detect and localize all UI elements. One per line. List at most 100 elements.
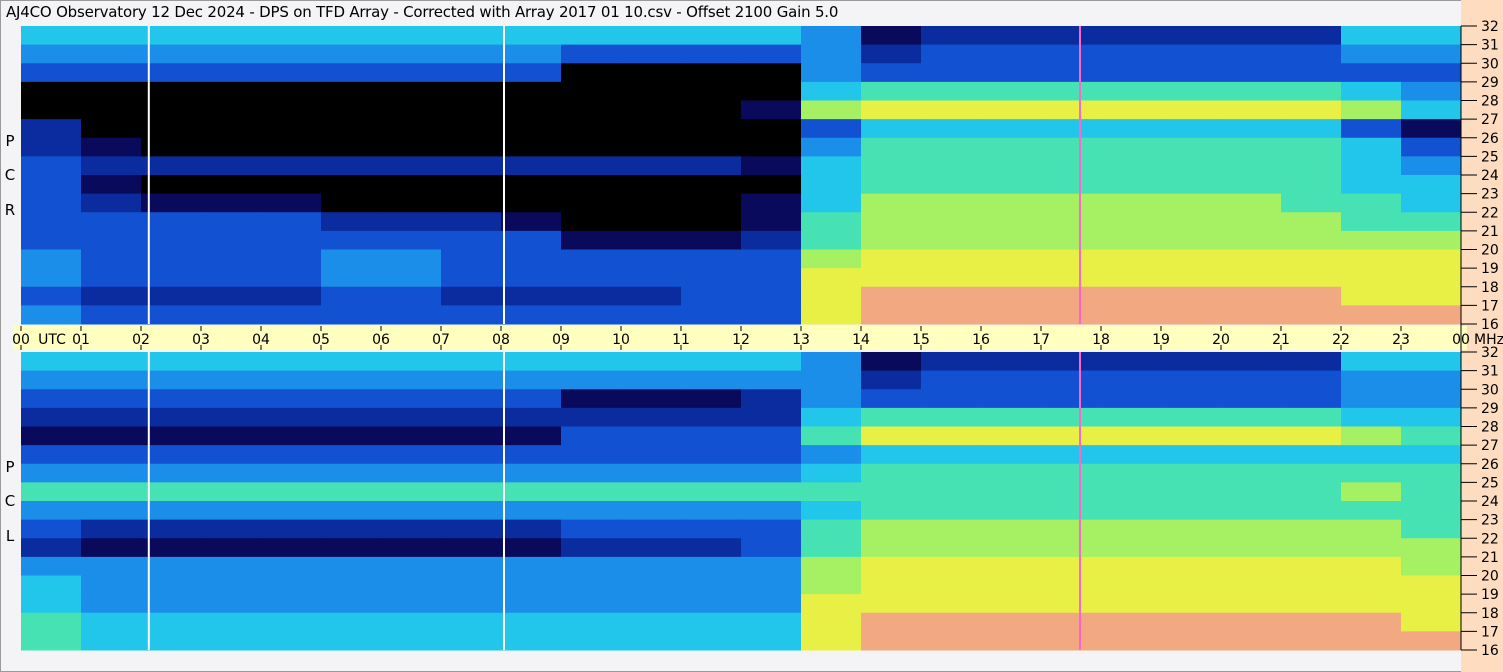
heatmap-cell: [981, 81, 1042, 101]
heatmap-cell: [261, 482, 322, 502]
heatmap-cell: [201, 81, 262, 101]
heatmap-cell: [1281, 156, 1342, 176]
heatmap-cell: [1281, 556, 1342, 576]
heatmap-cell: [561, 631, 622, 651]
heatmap-cell: [381, 81, 442, 101]
heatmap-cell: [1161, 26, 1222, 46]
heatmap-cell: [21, 426, 82, 446]
heatmap-cell: [861, 407, 922, 427]
heatmap-cell: [321, 482, 382, 502]
heatmap-cell: [1101, 538, 1162, 558]
heatmap-cell: [141, 212, 202, 232]
time-tick-label: 21: [1272, 332, 1290, 348]
heatmap-cell: [441, 575, 502, 595]
heatmap-cell: [321, 156, 382, 176]
heatmap-cell: [681, 407, 742, 427]
heatmap-cell: [441, 63, 502, 83]
time-tick-label: 02: [132, 332, 150, 348]
heatmap-cell: [561, 26, 622, 46]
heatmap-cell: [981, 352, 1042, 372]
heatmap-cell: [81, 119, 142, 139]
heatmap-cell: [21, 230, 82, 250]
heatmap-cell: [141, 612, 202, 632]
heatmap-cell: [1101, 230, 1162, 250]
heatmap-cell: [981, 44, 1042, 64]
heatmap-cell: [1161, 305, 1222, 325]
heatmap-cell: [321, 44, 382, 64]
time-tick-label: 00: [12, 332, 30, 348]
heatmap-cell: [1101, 445, 1162, 465]
heatmap-cell: [1041, 175, 1102, 195]
heatmap-cell: [1281, 426, 1342, 446]
heatmap-cell: [861, 389, 922, 409]
heatmap-cell: [681, 119, 742, 139]
heatmap-cell: [81, 100, 142, 120]
heatmap-cell: [21, 156, 82, 176]
heatmap-cell: [861, 230, 922, 250]
heatmap-cell: [381, 482, 442, 502]
heatmap-cell: [861, 44, 922, 64]
heatmap-cell: [621, 63, 682, 83]
frequency-unit-label: MHz: [1474, 332, 1503, 348]
heatmap-cell: [1221, 286, 1282, 306]
heatmap-cell: [141, 389, 202, 409]
heatmap-cell: [1101, 63, 1162, 83]
time-unit-label: UTC: [38, 332, 66, 348]
frequency-tick-label: 16: [1481, 643, 1499, 659]
heatmap-cell: [81, 230, 142, 250]
heatmap-cell: [321, 81, 382, 101]
heatmap-cell: [1161, 100, 1222, 120]
time-tick-label: 00: [1452, 332, 1470, 348]
heatmap-cell: [921, 445, 982, 465]
time-tick-label: 13: [792, 332, 810, 348]
heatmap-cell: [261, 286, 322, 306]
heatmap-cell: [681, 501, 742, 521]
heatmap-cell: [1221, 594, 1282, 614]
heatmap-cell: [681, 156, 742, 176]
heatmap-cell: [441, 212, 502, 232]
heatmap-cell: [261, 175, 322, 195]
heatmap-cell: [81, 352, 142, 372]
heatmap-cell: [381, 268, 442, 288]
heatmap-cell: [861, 352, 922, 372]
heatmap-cell: [561, 212, 622, 232]
time-tick-label: 18: [1092, 332, 1110, 348]
heatmap-cell: [141, 407, 202, 427]
heatmap-cell: [981, 119, 1042, 139]
heatmap-cell: [741, 249, 802, 269]
heatmap-cell: [1161, 594, 1222, 614]
heatmap-cell: [921, 137, 982, 157]
frequency-tick-label: 30: [1481, 382, 1499, 398]
heatmap-cell: [621, 426, 682, 446]
heatmap-cell: [381, 445, 442, 465]
heatmap-cell: [201, 445, 262, 465]
heatmap-cell: [981, 631, 1042, 651]
heatmap-cell: [921, 268, 982, 288]
heatmap-cell: [1401, 445, 1462, 465]
heatmap-cell: [561, 249, 622, 269]
heatmap-cell: [681, 556, 742, 576]
heatmap-cell: [1281, 501, 1342, 521]
heatmap-cell: [1401, 26, 1462, 46]
heatmap-cell: [621, 44, 682, 64]
heatmap-cell: [1341, 305, 1402, 325]
heatmap-cell: [561, 463, 622, 483]
heatmap-cell: [21, 631, 82, 651]
heatmap-cell: [921, 482, 982, 502]
heatmap-cell: [1221, 119, 1282, 139]
time-tick-label: 08: [492, 332, 510, 348]
time-tick-label: 11: [672, 332, 690, 348]
heatmap-cell: [1401, 230, 1462, 250]
heatmap-cell: [681, 612, 742, 632]
heatmap-cell: [801, 249, 862, 269]
heatmap-cell: [381, 556, 442, 576]
heatmap-cell: [981, 445, 1042, 465]
heatmap-cell: [1221, 63, 1282, 83]
frequency-tick-label: 31: [1481, 38, 1499, 54]
heatmap-cell: [741, 230, 802, 250]
heatmap-cell: [1341, 556, 1402, 576]
heatmap-cell: [981, 156, 1042, 176]
heatmap-cell: [1041, 286, 1102, 306]
heatmap-cell: [981, 501, 1042, 521]
heatmap-cell: [1401, 268, 1462, 288]
